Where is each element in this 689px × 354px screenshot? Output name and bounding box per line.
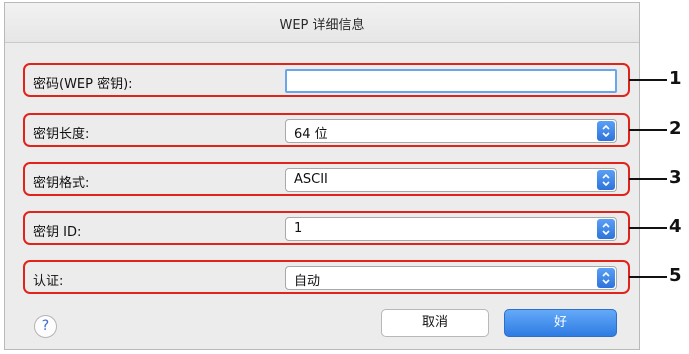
callout-line-2 xyxy=(629,129,667,131)
callout-number-5: 5 xyxy=(669,265,682,286)
key-id-label: 密钥 ID: xyxy=(33,225,82,240)
callout-line-1 xyxy=(629,79,667,81)
wep-key-label: 密码(WEP 密钥): xyxy=(33,77,133,92)
cancel-button[interactable]: 取消 xyxy=(381,309,489,337)
select-arrows-icon xyxy=(597,219,615,239)
callout-line-4 xyxy=(629,227,667,229)
authentication-label: 认证: xyxy=(33,274,64,289)
authentication-value: 自动 xyxy=(294,274,321,289)
key-length-value: 64 位 xyxy=(294,127,328,142)
callout-number-3: 3 xyxy=(669,167,682,188)
authentication-row: 认证: 自动 xyxy=(23,260,630,294)
key-id-value: 1 xyxy=(294,221,303,236)
ok-button[interactable]: 好 xyxy=(504,309,617,337)
key-format-row: 密钥格式: ASCII xyxy=(23,162,630,196)
key-format-label: 密钥格式: xyxy=(33,176,90,191)
callout-number-1: 1 xyxy=(669,68,682,89)
key-format-select[interactable]: ASCII xyxy=(285,168,617,192)
wep-key-input[interactable] xyxy=(285,69,617,93)
key-length-select[interactable]: 64 位 xyxy=(285,119,617,143)
key-format-value: ASCII xyxy=(294,172,328,187)
authentication-select[interactable]: 自动 xyxy=(285,266,617,290)
select-arrows-icon xyxy=(597,170,615,190)
key-id-select[interactable]: 1 xyxy=(285,217,617,241)
callout-number-4: 4 xyxy=(669,216,682,237)
dialog-titlebar: WEP 详细信息 xyxy=(5,3,639,43)
key-length-label: 密钥长度: xyxy=(33,127,90,142)
dialog-title: WEP 详细信息 xyxy=(279,18,365,33)
help-button[interactable]: ? xyxy=(34,315,57,338)
wep-key-row: 密码(WEP 密钥): xyxy=(23,63,630,97)
select-arrows-icon xyxy=(597,121,615,141)
callout-number-2: 2 xyxy=(669,118,682,139)
callout-line-3 xyxy=(629,178,667,180)
wep-details-dialog: WEP 详细信息 密码(WEP 密钥): 密钥长度: 64 位 密钥格式: AS… xyxy=(4,2,640,350)
key-length-row: 密钥长度: 64 位 xyxy=(23,113,630,147)
key-id-row: 密钥 ID: 1 xyxy=(23,211,630,245)
callout-line-5 xyxy=(629,276,667,278)
select-arrows-icon xyxy=(597,268,615,288)
